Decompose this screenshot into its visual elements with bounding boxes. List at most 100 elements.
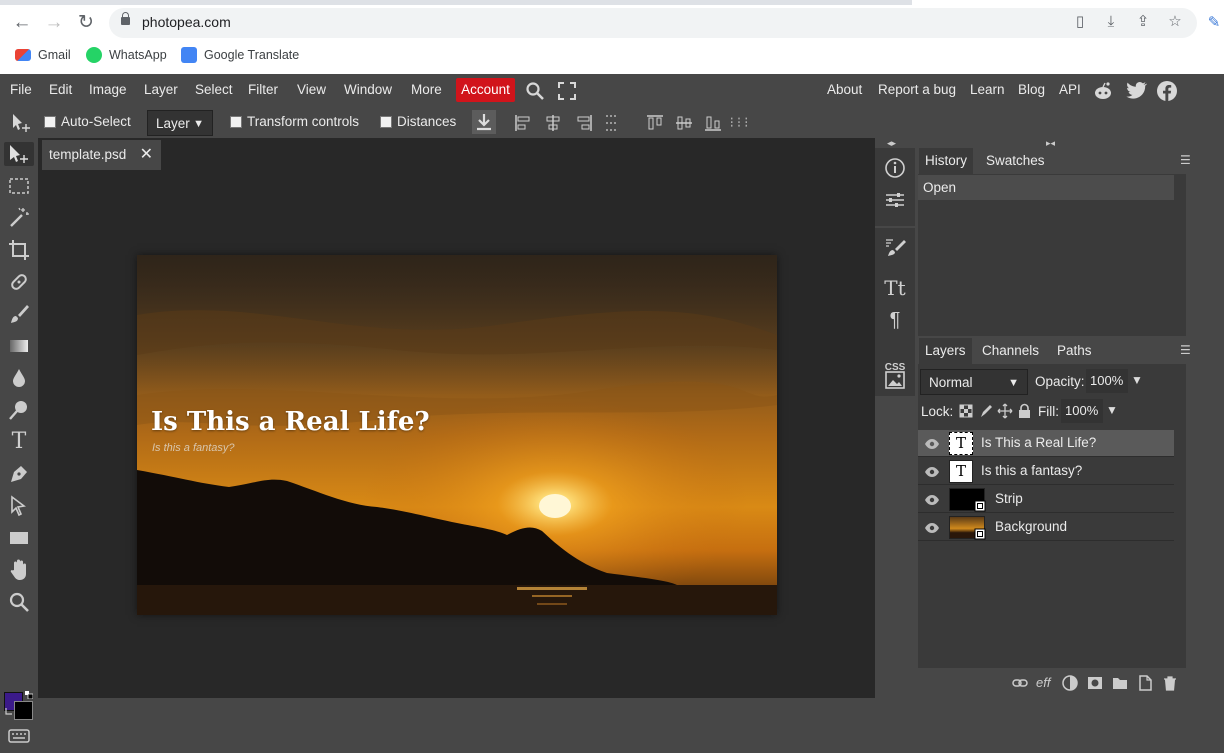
forward-icon[interactable]: → bbox=[43, 12, 65, 34]
document-tab[interactable]: template.psd ✕ bbox=[42, 140, 161, 170]
install-icon[interactable]: ⤓ bbox=[1102, 13, 1120, 31]
fullscreen-icon[interactable] bbox=[558, 82, 576, 100]
align-left-icon[interactable] bbox=[514, 114, 532, 132]
move-tool[interactable] bbox=[4, 142, 34, 166]
tab-history[interactable]: History bbox=[919, 148, 974, 174]
twitter-icon[interactable] bbox=[1125, 81, 1147, 101]
distribute-h-icon[interactable] bbox=[730, 114, 748, 132]
auto-select-checkbox[interactable] bbox=[44, 116, 56, 128]
address-bar[interactable]: photopea.com ▯ ⤓ ⇪ ☆ bbox=[109, 8, 1197, 38]
menu-image[interactable]: Image bbox=[89, 82, 127, 97]
auto-select-target-dropdown[interactable]: Layer ▼ bbox=[147, 110, 213, 136]
layer-row[interactable]: T Is this a fantasy? bbox=[918, 458, 1174, 485]
rectangle-tool[interactable] bbox=[7, 526, 31, 550]
layer-row[interactable]: Background bbox=[918, 514, 1174, 541]
marquee-tool[interactable] bbox=[7, 174, 31, 198]
menu-select[interactable]: Select bbox=[195, 82, 233, 97]
keyboard-button[interactable] bbox=[7, 726, 31, 746]
link-about[interactable]: About bbox=[827, 82, 862, 97]
brush-settings-icon[interactable] bbox=[883, 236, 907, 260]
account-button[interactable]: Account bbox=[456, 78, 515, 102]
image-icon[interactable] bbox=[883, 368, 907, 392]
new-layer-icon[interactable] bbox=[1137, 675, 1153, 691]
link-api[interactable]: API bbox=[1059, 82, 1081, 97]
align-center-h-icon[interactable] bbox=[544, 114, 562, 132]
swap-colors-icon[interactable] bbox=[25, 686, 34, 700]
layer-row[interactable]: T Is This a Real Life? bbox=[918, 430, 1174, 457]
visibility-eye-icon[interactable] bbox=[924, 464, 940, 480]
facebook-icon[interactable] bbox=[1156, 80, 1178, 102]
clipboard-icon[interactable]: ▯ bbox=[1071, 13, 1089, 31]
background-color-swatch[interactable] bbox=[14, 701, 33, 720]
menu-layer[interactable]: Layer bbox=[144, 82, 178, 97]
distances-checkbox[interactable] bbox=[380, 116, 392, 128]
download-align-button[interactable] bbox=[472, 110, 496, 134]
link-learn[interactable]: Learn bbox=[970, 82, 1005, 97]
type-tool[interactable]: T bbox=[7, 430, 31, 454]
transform-controls-checkbox[interactable] bbox=[230, 116, 242, 128]
layer-mask-icon[interactable] bbox=[1087, 676, 1103, 690]
tab-channels[interactable]: Channels bbox=[976, 338, 1045, 364]
link-report-bug[interactable]: Report a bug bbox=[878, 82, 956, 97]
align-middle-icon[interactable] bbox=[675, 114, 693, 132]
menu-filter[interactable]: Filter bbox=[248, 82, 278, 97]
dodge-tool[interactable] bbox=[7, 398, 31, 422]
brush-tool[interactable] bbox=[7, 302, 31, 326]
fill-dropdown-arrow[interactable]: ▼ bbox=[1106, 403, 1118, 417]
delete-layer-icon[interactable] bbox=[1162, 675, 1178, 691]
healing-brush-tool[interactable] bbox=[7, 270, 31, 294]
default-colors-icon[interactable] bbox=[4, 704, 14, 715]
link-layers-icon[interactable] bbox=[1012, 676, 1028, 690]
bookmark-google-translate[interactable]: Google Translate bbox=[181, 44, 299, 66]
extension-icon[interactable]: ✎ bbox=[1203, 12, 1224, 34]
menu-edit[interactable]: Edit bbox=[49, 82, 72, 97]
document-workspace[interactable]: template.psd ✕ Is This a Real Life? Is t… bbox=[38, 138, 875, 698]
layer-effects-button[interactable]: eff bbox=[1036, 675, 1050, 690]
panel-menu-icon[interactable]: ☰ bbox=[1180, 343, 1194, 357]
link-blog[interactable]: Blog bbox=[1018, 82, 1045, 97]
share-icon[interactable]: ⇪ bbox=[1134, 13, 1152, 31]
distribute-v-icon[interactable] bbox=[603, 114, 621, 132]
blur-tool[interactable] bbox=[7, 366, 31, 390]
menu-file[interactable]: File bbox=[10, 82, 32, 97]
layer-row[interactable]: Strip bbox=[918, 486, 1174, 513]
visibility-eye-icon[interactable] bbox=[924, 436, 940, 452]
adjustment-layer-icon[interactable] bbox=[1062, 675, 1078, 691]
align-bottom-icon[interactable] bbox=[704, 114, 722, 132]
tab-swatches[interactable]: Swatches bbox=[980, 148, 1051, 174]
close-icon[interactable]: ✕ bbox=[140, 140, 153, 170]
opacity-input[interactable]: 100% bbox=[1086, 369, 1128, 393]
adjustments-icon[interactable] bbox=[883, 188, 907, 212]
star-icon[interactable]: ☆ bbox=[1166, 13, 1184, 31]
menu-view[interactable]: View bbox=[297, 82, 326, 97]
align-top-icon[interactable] bbox=[646, 114, 664, 132]
visibility-eye-icon[interactable] bbox=[924, 492, 940, 508]
history-entry[interactable]: Open bbox=[918, 175, 1174, 200]
info-icon[interactable] bbox=[883, 156, 907, 180]
blend-mode-dropdown[interactable]: Normal ▼ bbox=[920, 369, 1028, 395]
path-select-tool[interactable] bbox=[7, 494, 31, 518]
gradient-tool[interactable] bbox=[7, 334, 31, 358]
magic-wand-tool[interactable] bbox=[7, 206, 31, 230]
tab-paths[interactable]: Paths bbox=[1051, 338, 1098, 364]
menu-more[interactable]: More bbox=[411, 82, 442, 97]
menu-window[interactable]: Window bbox=[344, 82, 392, 97]
search-icon[interactable] bbox=[525, 81, 545, 101]
back-icon[interactable]: ← bbox=[11, 12, 33, 34]
paragraph-icon[interactable]: ¶ bbox=[883, 308, 907, 332]
reddit-icon[interactable] bbox=[1092, 80, 1114, 102]
fill-input[interactable]: 100% bbox=[1061, 399, 1103, 423]
panel-menu-icon[interactable]: ☰ bbox=[1180, 153, 1194, 167]
document-canvas[interactable]: Is This a Real Life? Is this a fantasy? bbox=[137, 255, 777, 615]
bookmark-whatsapp[interactable]: WhatsApp bbox=[86, 44, 167, 66]
hand-tool[interactable] bbox=[7, 558, 31, 582]
align-right-icon[interactable] bbox=[575, 114, 593, 132]
character-icon[interactable]: Tt bbox=[883, 276, 907, 300]
bookmark-gmail[interactable]: Gmail bbox=[15, 44, 71, 66]
folder-icon[interactable] bbox=[1112, 676, 1128, 690]
reload-icon[interactable]: ↻ bbox=[75, 12, 97, 34]
tab-layers[interactable]: Layers bbox=[919, 338, 972, 364]
pen-tool[interactable] bbox=[7, 462, 31, 486]
zoom-tool[interactable] bbox=[7, 590, 31, 614]
crop-tool[interactable] bbox=[7, 238, 31, 262]
